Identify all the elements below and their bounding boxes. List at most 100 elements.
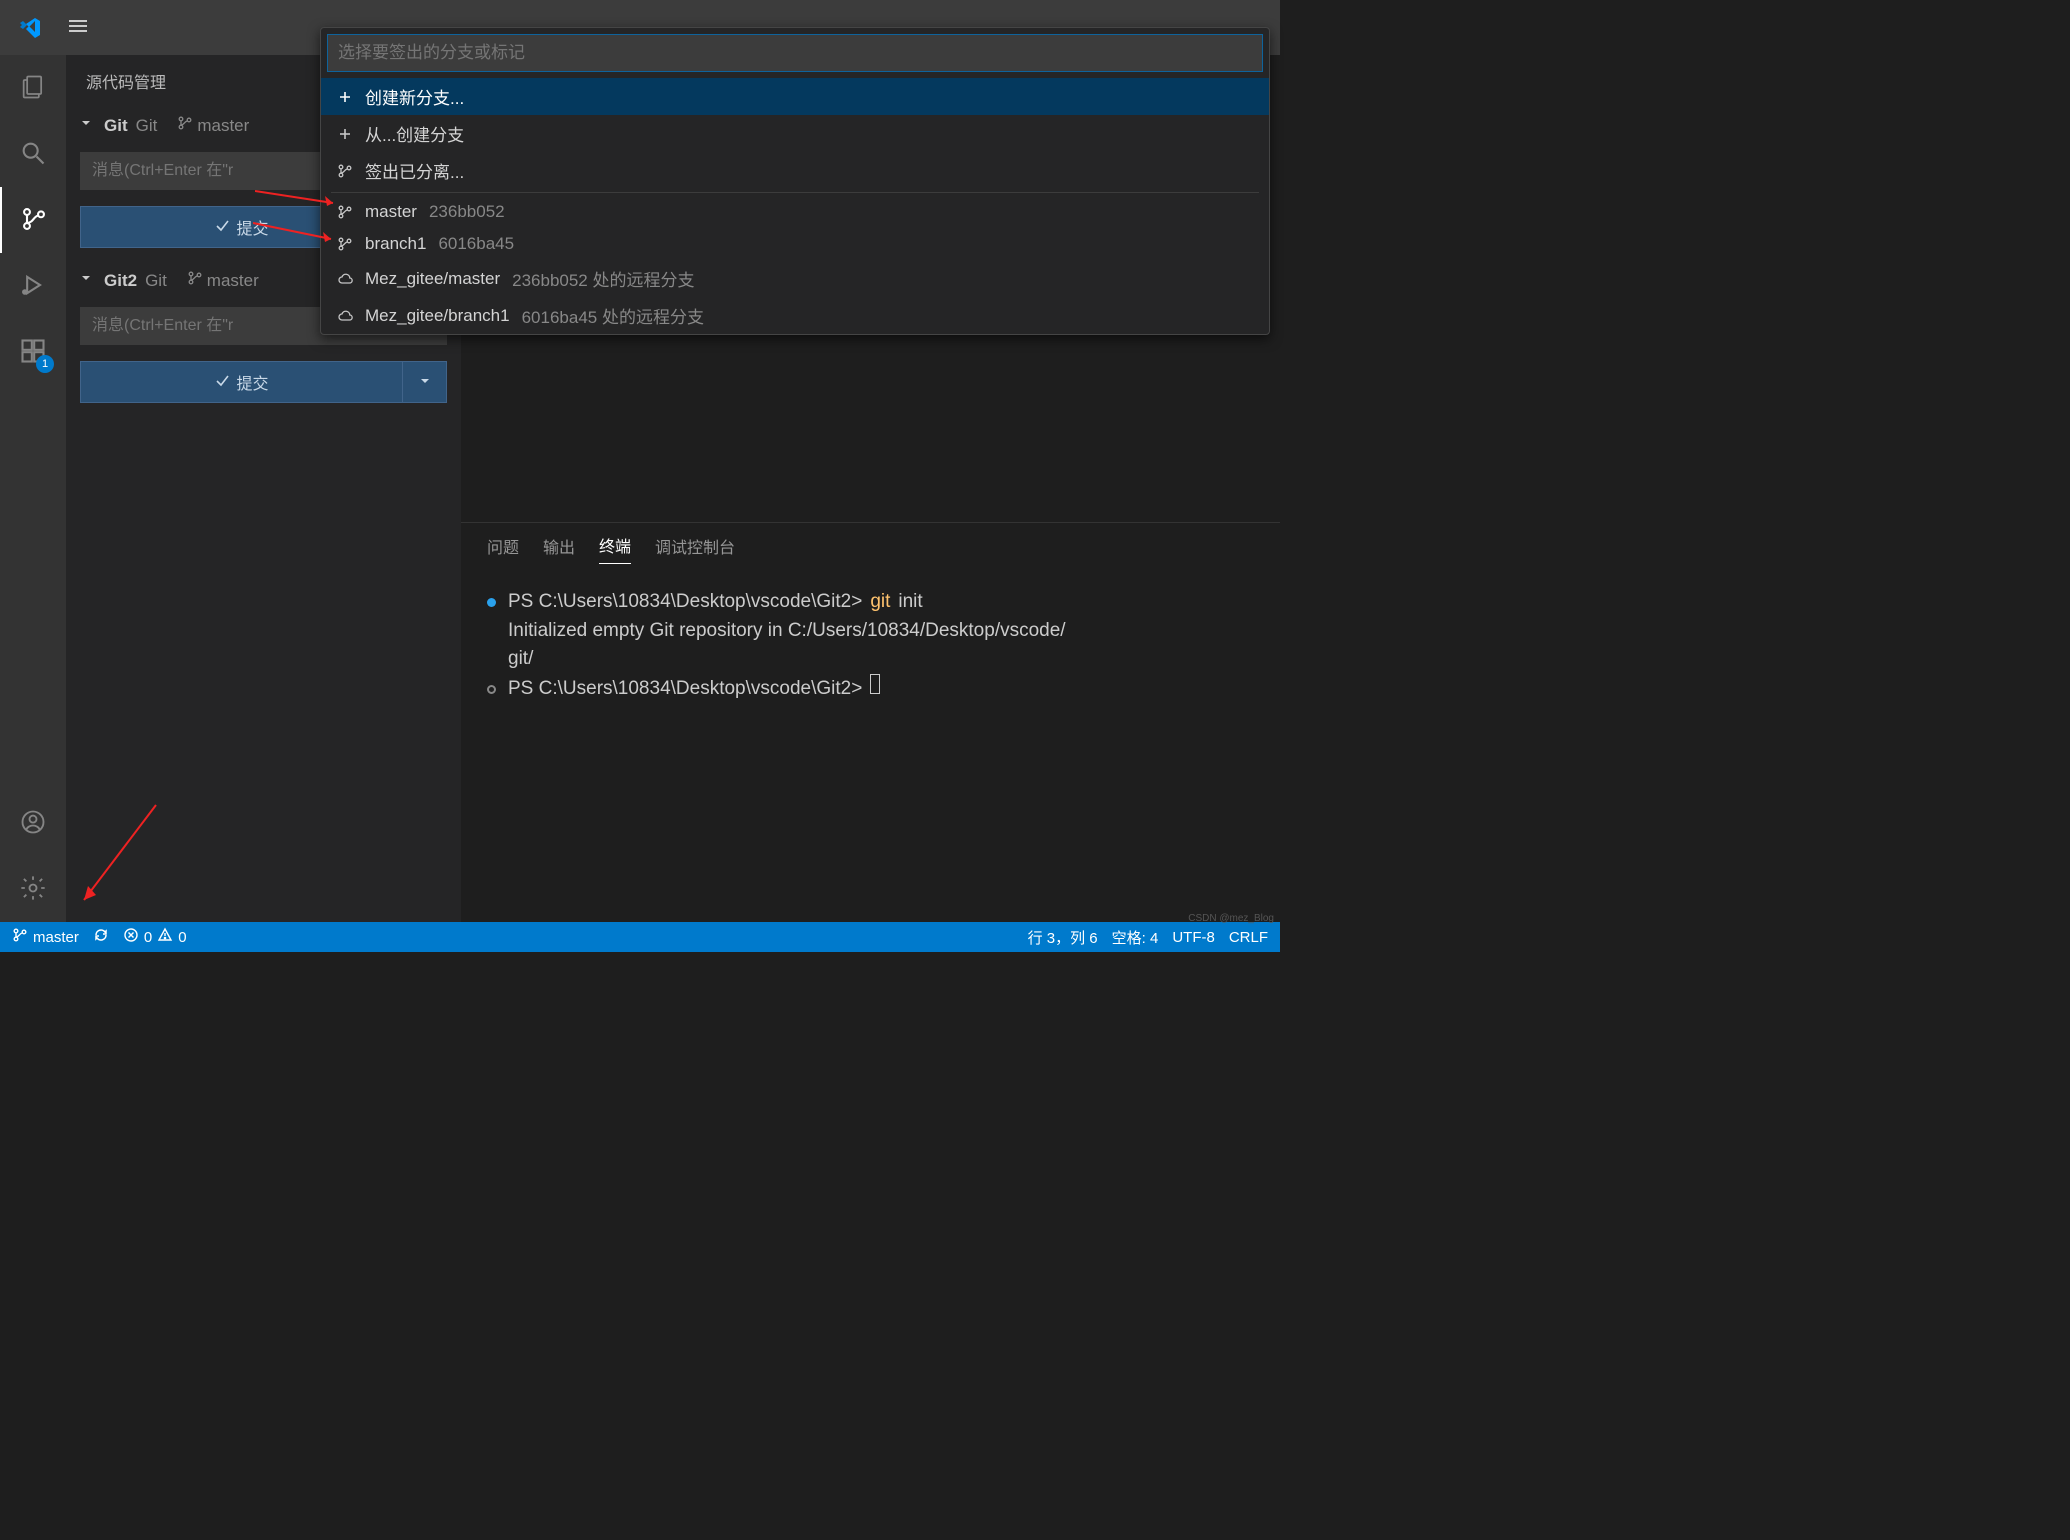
quick-pick-label: Mez_gitee/master [365,269,500,289]
quick-pick-input[interactable] [327,34,1263,72]
repo-branch[interactable]: master [177,115,249,136]
check-icon [214,217,230,238]
repo-provider: Git [145,271,167,291]
error-icon [123,927,139,947]
quick-pick-item-checkout-detached[interactable]: 签出已分离... [321,152,1269,189]
status-sync[interactable] [93,927,109,947]
warning-icon [157,927,173,947]
terminal-line: PS C:\Users\10834\Desktop\vscode\Git2> g… [487,588,1254,617]
source-control-icon [20,205,48,236]
status-eol[interactable]: CRLF [1229,929,1268,946]
panel-tabs: 问题 输出 终端 调试控制台 [461,523,1280,574]
plus-icon [335,89,355,105]
branch-icon [12,927,28,947]
quick-pick-label: 签出已分离... [365,158,464,183]
cursor-icon [870,674,880,694]
commit-button[interactable]: 提交 [80,361,403,403]
panel: 问题 输出 终端 调试控制台 PS C:\Users\10834\Desktop… [461,522,1280,922]
tab-output[interactable]: 输出 [543,534,575,564]
bullet-icon [487,598,496,607]
quick-pick-desc: 6016ba45 处的远程分支 [522,303,704,328]
bullet-icon [487,685,496,694]
quick-pick-label: 创建新分支... [365,84,464,109]
vscode-logo-icon [18,16,42,40]
debug-icon [19,271,47,302]
commit-label: 提交 [236,215,268,239]
repo-branch[interactable]: master [187,270,259,291]
status-bar: master 0 0 行 3，列 6 空格: 4 UTF-8 CRLF [0,922,1280,952]
quick-pick-desc: 6016ba45 [438,234,514,254]
activity-extensions[interactable]: 1 [0,319,66,385]
activity-scm[interactable] [0,187,66,253]
tab-problems[interactable]: 问题 [487,534,519,564]
terminal-cmd: git [870,588,890,617]
terminal-line: Initialized empty Git repository in C:/U… [487,617,1254,646]
search-icon [19,139,47,170]
branch-icon [335,163,355,179]
quick-pick-label: 从...创建分支 [365,121,464,146]
quick-pick-item-remote-branch[interactable]: Mez_gitee/master 236bb052 处的远程分支 [321,260,1269,297]
status-errors: 0 [144,929,152,946]
files-icon [19,73,47,104]
terminal-prompt: PS C:\Users\10834\Desktop\vscode\Git2> [508,675,862,704]
activity-settings[interactable] [0,856,66,922]
terminal-line: git/ [487,645,1254,674]
activity-bar: 1 [0,55,66,922]
chevron-down-icon [78,270,94,291]
quick-pick-label: Mez_gitee/branch1 [365,306,510,326]
status-line-col[interactable]: 行 3，列 6 [1028,927,1098,948]
quick-pick-item-branch[interactable]: branch1 6016ba45 [321,228,1269,260]
chevron-down-icon [417,373,433,392]
status-warnings: 0 [178,929,186,946]
terminal-prompt: PS C:\Users\10834\Desktop\vscode\Git2> [508,588,862,617]
quick-pick-item-remote-branch[interactable]: Mez_gitee/branch1 6016ba45 处的远程分支 [321,297,1269,334]
activity-explorer[interactable] [0,55,66,121]
repo-name: Git [104,116,128,136]
quick-pick-label: branch1 [365,234,426,254]
cloud-icon [335,271,355,287]
quick-pick: 创建新分支... 从...创建分支 签出已分离... master 236bb0… [320,27,1270,335]
tab-debug-console[interactable]: 调试控制台 [655,534,735,564]
quick-pick-list: 创建新分支... 从...创建分支 签出已分离... master 236bb0… [321,78,1269,334]
repo-provider: Git [136,116,158,136]
app-menu-button[interactable] [66,14,90,41]
branch-icon [177,115,193,136]
quick-pick-desc: 236bb052 处的远程分支 [512,266,694,291]
tab-terminal[interactable]: 终端 [599,533,631,564]
activity-search[interactable] [0,121,66,187]
separator [331,192,1259,193]
extensions-badge: 1 [36,355,54,373]
gear-icon [19,874,47,905]
activity-debug[interactable] [0,253,66,319]
status-encoding[interactable]: UTF-8 [1172,929,1215,946]
account-icon [19,808,47,839]
terminal-text: Initialized empty Git repository in C:/U… [508,617,1066,646]
status-branch-label: master [33,929,79,946]
status-indent[interactable]: 空格: 4 [1112,927,1159,948]
quick-pick-desc: 236bb052 [429,202,505,222]
check-icon [214,372,230,393]
chevron-down-icon [78,115,94,136]
quick-pick-item-create-branch[interactable]: 创建新分支... [321,78,1269,115]
commit-more-button[interactable] [403,361,447,403]
branch-label: master [197,116,249,136]
activity-accounts[interactable] [0,790,66,856]
commit-label: 提交 [236,370,268,394]
status-branch[interactable]: master [12,927,79,947]
branch-icon [335,236,355,252]
terminal-arg: init [898,588,922,617]
quick-pick-label: master [365,202,417,222]
repo-name: Git2 [104,271,137,291]
branch-label: master [207,271,259,291]
terminal-body[interactable]: PS C:\Users\10834\Desktop\vscode\Git2> g… [461,574,1280,922]
quick-pick-item-branch[interactable]: master 236bb052 [321,196,1269,228]
sync-icon [93,927,109,947]
quick-pick-item-create-branch-from[interactable]: 从...创建分支 [321,115,1269,152]
branch-icon [187,270,203,291]
cloud-icon [335,308,355,324]
terminal-line: PS C:\Users\10834\Desktop\vscode\Git2> [487,674,1254,704]
status-problems[interactable]: 0 0 [123,927,187,947]
terminal-text: git/ [508,645,533,674]
plus-icon [335,126,355,142]
branch-icon [335,204,355,220]
